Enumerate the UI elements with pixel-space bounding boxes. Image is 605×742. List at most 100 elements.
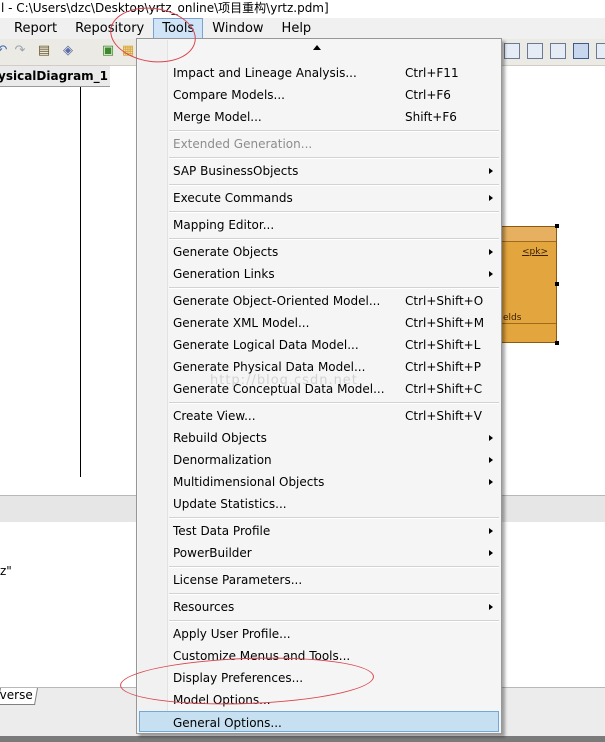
menu-item-update-statistics[interactable]: Update Statistics... — [139, 493, 499, 515]
menu-item-label: Mapping Editor... — [173, 218, 275, 232]
menu-item-mapping-editor[interactable]: Mapping Editor... — [139, 214, 499, 236]
menu-item-label: Display Preferences... — [173, 671, 304, 685]
menu-report[interactable]: Report — [5, 18, 66, 39]
menu-item-label: Create View... — [173, 409, 256, 423]
menu-tools[interactable]: Tools — [153, 18, 204, 39]
menu-item-shortcut: Ctrl+Shift+V — [405, 409, 482, 423]
diagram-tab[interactable]: ysicalDiagram_1 — [0, 66, 110, 87]
generate-icon[interactable]: ▦ — [120, 43, 136, 59]
diagram-tab-label: ysicalDiagram_1 — [0, 69, 109, 83]
menu-item-compare-models[interactable]: Compare Models... Ctrl+F6 — [139, 84, 499, 106]
menu-item-shortcut: Ctrl+Shift+O — [405, 294, 484, 308]
redo-icon[interactable]: ↷ — [12, 43, 28, 59]
submenu-arrow-icon — [489, 479, 493, 485]
submenu-arrow-icon — [489, 528, 493, 534]
menu-item-label: Compare Models... — [173, 88, 285, 102]
menu-item-denormalization[interactable]: Denormalization — [139, 449, 499, 471]
canvas-divider — [80, 87, 81, 477]
palette-icon[interactable] — [504, 43, 520, 59]
menu-separator — [169, 238, 499, 240]
submenu-arrow-icon — [489, 550, 493, 556]
check-model-icon[interactable]: ▣ — [100, 43, 116, 59]
menu-item-shortcut: Ctrl+Shift+C — [405, 382, 483, 396]
menu-item-general-options[interactable]: General Options... — [139, 711, 499, 732]
menu-item-label: Generate Logical Data Model... — [173, 338, 359, 352]
table-entity[interactable]: <pk> elds — [500, 226, 557, 343]
menu-item-customize-menus[interactable]: Customize Menus and Tools... — [139, 645, 499, 667]
menu-item-impact-lineage[interactable]: Impact and Lineage Analysis... Ctrl+F11 — [139, 62, 499, 84]
menu-item-label: Model Options... — [173, 693, 271, 707]
submenu-arrow-icon — [489, 457, 493, 463]
menu-item-label: Multidimensional Objects — [173, 475, 325, 489]
model-icon[interactable]: ◈ — [60, 43, 76, 59]
menu-help[interactable]: Help — [273, 18, 321, 39]
watermark: http://blog.csdn.net — [210, 373, 358, 388]
entity-header — [501, 227, 556, 242]
menu-item-shortcut: Ctrl+F11 — [405, 66, 459, 80]
layout-icon[interactable] — [527, 43, 543, 59]
menu-item-shortcut: Ctrl+Shift+M — [405, 316, 485, 330]
reverse-tab-label: verse — [0, 688, 33, 702]
menu-item-multidimensional-objects[interactable]: Multidimensional Objects — [139, 471, 499, 493]
resize-handle[interactable] — [555, 282, 559, 286]
menu-item-extended-generation: Extended Generation... — [139, 133, 499, 155]
menu-item-label: PowerBuilder — [173, 546, 252, 560]
menu-item-display-preferences[interactable]: Display Preferences... — [139, 667, 499, 689]
menu-item-label: Execute Commands — [173, 191, 293, 205]
menu-item-model-options[interactable]: Model Options... — [139, 689, 499, 711]
submenu-arrow-icon — [489, 249, 493, 255]
menu-item-label: Generate Object-Oriented Model... — [173, 294, 381, 308]
status-strip — [0, 736, 605, 742]
menu-bar: Report Repository Tools Window Help — [0, 18, 605, 39]
menu-separator — [169, 287, 499, 289]
menu-item-generate-objects[interactable]: Generate Objects — [139, 241, 499, 263]
scroll-up-icon[interactable] — [313, 45, 321, 50]
entity-pk-label: <pk> — [521, 247, 548, 257]
output-text: z" — [0, 564, 12, 578]
menu-item-generate-oom[interactable]: Generate Object-Oriented Model... Ctrl+Sh… — [139, 290, 499, 312]
grabber-icon[interactable] — [596, 43, 605, 59]
menu-separator — [169, 517, 499, 519]
menu-separator — [169, 620, 499, 622]
undo-icon[interactable]: ↶ — [0, 43, 10, 59]
zoom-icon[interactable] — [550, 43, 566, 59]
menu-item-create-view[interactable]: Create View... Ctrl+Shift+V — [139, 405, 499, 427]
menu-item-label: Merge Model... — [173, 110, 262, 124]
menu-item-apply-user-profile[interactable]: Apply User Profile... — [139, 623, 499, 645]
menu-item-sap-businessobjects[interactable]: SAP BusinessObjects — [139, 160, 499, 182]
menu-repository[interactable]: Repository — [66, 18, 153, 39]
submenu-arrow-icon — [489, 271, 493, 277]
menu-item-label: Extended Generation... — [173, 137, 313, 151]
menu-item-label: Impact and Lineage Analysis... — [173, 66, 357, 80]
entity-fields-label: elds — [503, 313, 522, 323]
resize-handle[interactable] — [555, 224, 559, 228]
menu-item-generation-links[interactable]: Generation Links — [139, 263, 499, 285]
menu-item-powerbuilder[interactable]: PowerBuilder — [139, 542, 499, 564]
menu-item-shortcut: Ctrl+Shift+L — [405, 338, 481, 352]
menu-item-execute-commands[interactable]: Execute Commands — [139, 187, 499, 209]
properties-icon[interactable]: ▤ — [36, 43, 52, 59]
menu-item-resources[interactable]: Resources — [139, 596, 499, 618]
menu-item-shortcut: Ctrl+Shift+P — [405, 360, 481, 374]
menu-item-label: General Options... — [173, 716, 282, 730]
menu-item-license-parameters[interactable]: License Parameters... — [139, 569, 499, 591]
menu-item-label: Rebuild Objects — [173, 431, 267, 445]
menu-item-generate-xml[interactable]: Generate XML Model... Ctrl+Shift+M — [139, 312, 499, 334]
reverse-tab[interactable]: verse — [0, 688, 38, 705]
menu-item-test-data-profile[interactable]: Test Data Profile — [139, 520, 499, 542]
menu-item-rebuild-objects[interactable]: Rebuild Objects — [139, 427, 499, 449]
menu-item-merge-model[interactable]: Merge Model... Shift+F6 — [139, 106, 499, 128]
submenu-arrow-icon — [489, 604, 493, 610]
menu-item-label: Apply User Profile... — [173, 627, 291, 641]
window-title: l - C:\Users\dzc\Desktop\yrtz_online\项目重… — [0, 0, 605, 18]
entity-separator — [501, 323, 556, 324]
menu-item-generate-ldm[interactable]: Generate Logical Data Model... Ctrl+Shift… — [139, 334, 499, 356]
menu-item-label: Resources — [173, 600, 235, 614]
menu-item-label: Update Statistics... — [173, 497, 287, 511]
menu-item-label: Customize Menus and Tools... — [173, 649, 351, 663]
pointer-icon[interactable] — [573, 43, 589, 59]
submenu-arrow-icon — [489, 195, 493, 201]
resize-handle[interactable] — [555, 341, 559, 345]
menu-separator — [169, 130, 499, 132]
menu-window[interactable]: Window — [203, 18, 272, 39]
